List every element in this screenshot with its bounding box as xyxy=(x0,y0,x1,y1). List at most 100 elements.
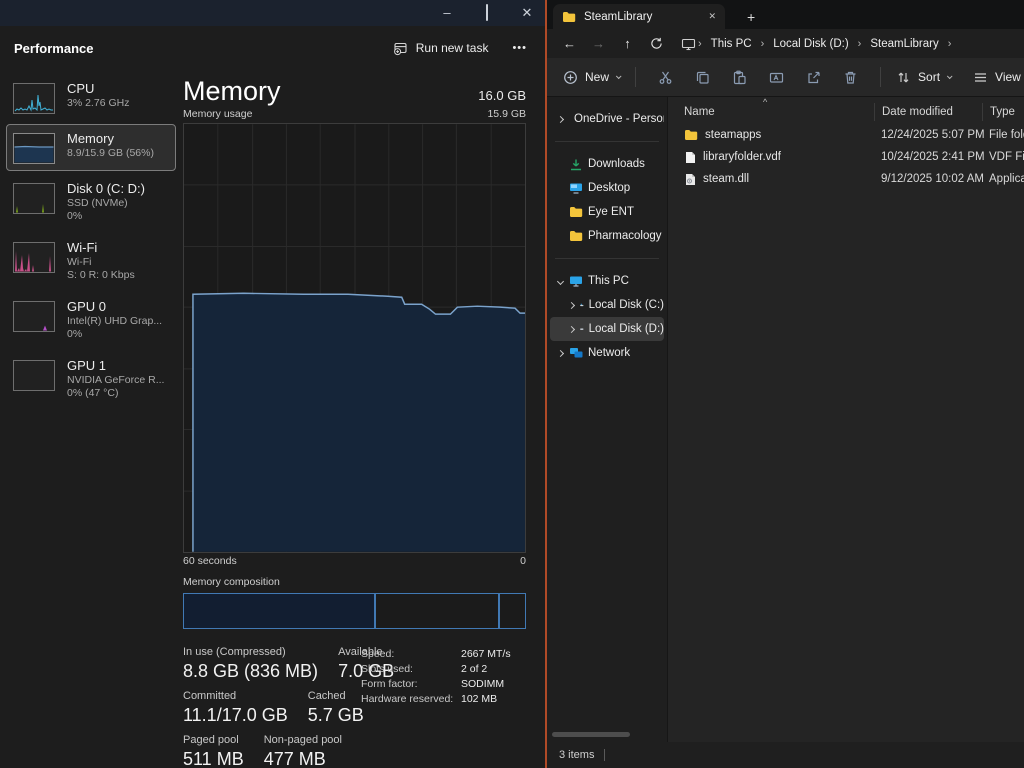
sidebar-item-desktop[interactable]: Desktop xyxy=(550,176,664,200)
explorer-toolbar: New xyxy=(547,58,1024,97)
wifi-mini-chart xyxy=(13,242,55,273)
file-date: 10/24/2025 2:41 PM xyxy=(874,151,982,163)
sidebar-item-pharmacology[interactable]: Pharmacology xyxy=(550,224,664,248)
sidebar-item-network[interactable]: Network xyxy=(550,341,664,365)
sidebar-item-cpu[interactable]: CPU 3% 2.76 GHz xyxy=(6,74,176,121)
sidebar-item-local-disk-c[interactable]: Local Disk (C:) xyxy=(550,293,664,317)
delete-button[interactable] xyxy=(832,70,869,85)
minimize-icon[interactable]: – xyxy=(439,8,455,18)
sidebar-item-label: Downloads xyxy=(588,158,645,170)
task-manager-sidebar: CPU 3% 2.76 GHz Memory 8.9/15.9 GB (56%) xyxy=(6,74,176,410)
sidebar-item-sub: 3% 2.76 GHz xyxy=(67,97,129,110)
explorer-nav-bar: ← → ↑ › This PC › Local Disk (D:) › xyxy=(547,29,1024,58)
chevron-down-icon[interactable] xyxy=(556,277,563,284)
view-button[interactable]: View xyxy=(969,70,1024,85)
run-new-task-button[interactable]: Run new task xyxy=(393,41,489,56)
paste-button[interactable] xyxy=(721,70,758,85)
sidebar-item-onedrive[interactable]: OneDrive - Persona xyxy=(550,107,664,131)
sidebar-item-label: OneDrive - Persona xyxy=(574,113,664,125)
chevron-down-icon xyxy=(947,73,953,79)
sidebar-item-sub: Wi-Fi xyxy=(67,256,135,269)
share-icon xyxy=(806,70,821,85)
rename-button[interactable] xyxy=(758,70,795,85)
file-name: steam.dll xyxy=(703,173,749,185)
chevron-right-icon[interactable] xyxy=(556,115,563,122)
breadcrumb-steamlibrary[interactable]: SteamLibrary xyxy=(863,38,945,50)
sidebar-item-label: Eye ENT xyxy=(588,206,634,218)
chevron-right-icon[interactable] xyxy=(567,301,574,308)
sidebar-item-sub2: 0% xyxy=(67,210,145,223)
breadcrumb-this-pc[interactable]: This PC xyxy=(704,38,759,50)
refresh-button[interactable] xyxy=(642,37,671,50)
forward-button[interactable]: → xyxy=(584,36,613,51)
column-header-date-modified[interactable]: Date modified xyxy=(874,103,982,121)
up-button[interactable]: ↑ xyxy=(613,36,642,51)
maximize-icon[interactable] xyxy=(479,8,495,18)
cpu-mini-chart xyxy=(13,83,55,114)
memory-composition-label: Memory composition xyxy=(183,576,526,588)
sidebar-item-sub: 8.9/15.9 GB (56%) xyxy=(67,147,154,160)
copy-icon xyxy=(695,70,710,85)
chevron-right-icon[interactable] xyxy=(567,325,574,332)
task-manager-titlebar[interactable]: – ✕ xyxy=(0,0,545,26)
new-tab-button[interactable]: + xyxy=(739,4,763,29)
memory-stats: In use (Compressed) 8.8 GB (836 MB) Avai… xyxy=(183,646,526,768)
stat-in-use: In use (Compressed) 8.8 GB (836 MB) xyxy=(183,646,318,682)
file-list-header: Name ^ Date modified Type xyxy=(668,99,1024,124)
stat-cached: Cached 5.7 GB xyxy=(308,690,364,726)
sidebar-item-memory[interactable]: Memory 8.9/15.9 GB (56%) xyxy=(6,124,176,171)
explorer-tab[interactable]: SteamLibrary ✕ xyxy=(553,4,725,29)
sidebar-item-eye-ent[interactable]: Eye ENT xyxy=(550,200,664,224)
memory-usage-max: 15.9 GB xyxy=(487,108,526,120)
task-manager-window: – ✕ Performance Run new task xyxy=(0,0,545,768)
sidebar-item-sub: SSD (NVMe) xyxy=(67,197,145,210)
copy-button[interactable] xyxy=(684,70,721,85)
sidebar-item-gpu1[interactable]: GPU 1 NVIDIA GeForce R... 0% (47 °C) xyxy=(6,351,176,407)
sort-button[interactable]: Sort xyxy=(892,70,955,85)
sort-ascending-icon: ^ xyxy=(763,97,767,107)
file-row-steam-dll[interactable]: steam.dll 9/12/2025 10:02 AM Application xyxy=(668,168,1024,190)
sidebar-item-sub: Intel(R) UHD Grap... xyxy=(67,315,162,328)
file-type: Application xyxy=(982,173,1024,185)
close-icon[interactable]: ✕ xyxy=(519,8,535,18)
chevron-right-icon[interactable] xyxy=(556,349,563,356)
memory-title: Memory xyxy=(183,76,281,107)
file-explorer-window: SteamLibrary ✕ + ← → ↑ › xyxy=(545,0,1024,768)
back-button[interactable]: ← xyxy=(555,36,584,51)
sidebar-item-wifi[interactable]: Wi-Fi Wi-Fi S: 0 R: 0 Kbps xyxy=(6,233,176,289)
more-options-button[interactable]: ••• xyxy=(512,42,527,54)
sidebar-item-this-pc[interactable]: This PC xyxy=(550,269,664,293)
breadcrumb: › This PC › Local Disk (D:) › SteamLibra… xyxy=(681,37,953,51)
sidebar-item-disk0[interactable]: Disk 0 (C: D:) SSD (NVMe) 0% xyxy=(6,174,176,230)
file-row-steamapps[interactable]: steamapps 12/24/2025 5:07 PM File folder xyxy=(668,124,1024,146)
cut-button[interactable] xyxy=(647,70,684,85)
sidebar-item-label: Memory xyxy=(67,131,154,147)
sidebar-item-downloads[interactable]: Downloads xyxy=(550,152,664,176)
memory-composition-bar[interactable] xyxy=(183,593,526,629)
paste-icon xyxy=(732,70,747,85)
chevron-right-icon[interactable]: › xyxy=(946,38,954,50)
chevron-right-icon: › xyxy=(759,38,767,50)
new-button[interactable]: New xyxy=(559,70,624,85)
sidebar-item-local-disk-d[interactable]: Local Disk (D:) xyxy=(550,317,664,341)
desktop-icon xyxy=(569,182,583,194)
sidebar-item-label: Local Disk (C:) xyxy=(589,299,664,311)
sidebar-item-gpu0[interactable]: GPU 0 Intel(R) UHD Grap... 0% xyxy=(6,292,176,348)
memory-mini-chart xyxy=(13,133,55,164)
sidebar-item-label: Wi-Fi xyxy=(67,240,135,256)
file-list-pane: Name ^ Date modified Type steamapps 12/2… xyxy=(667,97,1024,742)
sidebar-scrollbar[interactable] xyxy=(552,732,630,737)
sidebar-item-sub2: 0% (47 °C) xyxy=(67,387,164,400)
file-row-libraryfolder[interactable]: libraryfolder.vdf 10/24/2025 2:41 PM VDF… xyxy=(668,146,1024,168)
view-button-label: View xyxy=(995,70,1021,84)
composition-segment-3 xyxy=(498,594,525,628)
tab-title: SteamLibrary xyxy=(584,11,652,23)
this-pc-icon xyxy=(681,37,696,51)
column-header-name[interactable]: Name ^ xyxy=(668,106,874,118)
share-button[interactable] xyxy=(795,70,832,85)
column-header-type[interactable]: Type xyxy=(982,103,1024,121)
sidebar-item-label: Network xyxy=(588,347,630,359)
breadcrumb-local-disk-d[interactable]: Local Disk (D:) xyxy=(766,38,855,50)
tab-close-icon[interactable]: ✕ xyxy=(708,11,716,22)
memory-total: 16.0 GB xyxy=(478,88,526,103)
